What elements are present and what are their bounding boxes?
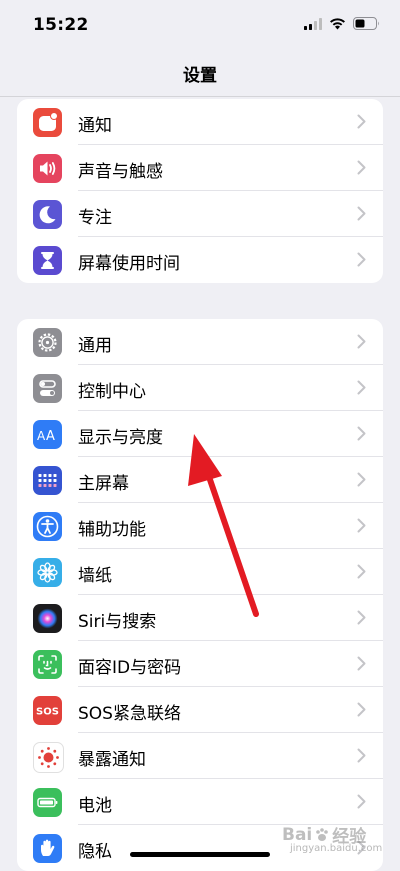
siri-icon [33, 604, 62, 633]
settings-row-notifications[interactable]: 通知 [17, 99, 383, 145]
chevron-right-icon [357, 518, 366, 533]
chevron-right-icon [357, 426, 366, 441]
settings-row-sounds[interactable]: 声音与触感 [17, 145, 383, 191]
settings-row-face-id[interactable]: 面容ID与密码 [17, 641, 383, 687]
grid-icon [33, 466, 62, 495]
status-time: 15:22 [33, 15, 89, 35]
svg-text:A: A [46, 429, 55, 444]
chevron-right-icon [357, 334, 366, 349]
settings-row-screen-time[interactable]: 屏幕使用时间 [17, 237, 383, 283]
row-label: 辅助功能 [78, 520, 146, 540]
cellular-signal-icon [304, 17, 322, 30]
chevron-right-icon [357, 794, 366, 809]
settings-row-emergency-sos[interactable]: SOS SOS紧急联络 [17, 687, 383, 733]
row-label: 墙纸 [78, 566, 112, 586]
hourglass-icon [33, 246, 62, 275]
chevron-right-icon [357, 380, 366, 395]
accessibility-icon [33, 512, 62, 541]
settings-row-home-screen[interactable]: 主屏幕 [17, 457, 383, 503]
watermark-text: Bai [282, 824, 313, 845]
battery-icon [33, 788, 62, 817]
speaker-icon [33, 154, 62, 183]
wifi-icon [330, 17, 345, 29]
row-label: SOS紧急联络 [78, 704, 181, 724]
row-label: 控制中心 [78, 382, 146, 402]
paw-logo-icon [316, 827, 329, 841]
exposure-icon [33, 742, 64, 773]
home-indicator[interactable] [130, 852, 270, 857]
chevron-right-icon [357, 610, 366, 625]
gear-icon [33, 328, 62, 357]
svg-text:SOS: SOS [36, 707, 59, 718]
chevron-right-icon [357, 114, 366, 129]
bell-badge-icon [33, 108, 62, 137]
watermark-url: jingyan.baidu.com [290, 843, 383, 854]
settings-row-wallpaper[interactable]: 墙纸 [17, 549, 383, 595]
row-label: Siri与搜索 [78, 612, 157, 632]
chevron-right-icon [357, 702, 366, 717]
settings-row-siri-search[interactable]: Siri与搜索 [17, 595, 383, 641]
text-size-icon: A A [33, 420, 62, 449]
sos-icon: SOS [33, 696, 62, 725]
toggles-icon [33, 374, 62, 403]
nav-bar: 设置 [0, 50, 400, 96]
row-label: 通知 [78, 116, 112, 136]
settings-row-battery[interactable]: 电池 [17, 779, 383, 825]
chevron-right-icon [357, 252, 366, 267]
row-label: 通用 [78, 336, 112, 356]
settings-row-general[interactable]: 通用 [17, 319, 383, 365]
chevron-right-icon [357, 656, 366, 671]
row-label: 主屏幕 [78, 474, 129, 494]
svg-text:A: A [37, 429, 46, 443]
status-bar: 15:22 [0, 0, 400, 50]
nav-divider [0, 96, 400, 97]
settings-group-1: 通知 声音与触感 专注 屏幕使用时间 [17, 99, 383, 283]
hand-icon [33, 834, 62, 863]
flower-icon [33, 558, 62, 587]
chevron-right-icon [357, 564, 366, 579]
chevron-right-icon [357, 206, 366, 221]
row-label: 专注 [78, 208, 112, 228]
settings-group-2: 通用 控制中心 A A 显示与亮度 主屏幕 辅助功能 墙纸 Siri与搜索 面容… [17, 319, 383, 871]
settings-row-display-brightness[interactable]: A A 显示与亮度 [17, 411, 383, 457]
status-icons [304, 17, 380, 30]
row-label: 声音与触感 [78, 162, 163, 182]
row-label: 隐私 [78, 842, 112, 862]
battery-status-icon [353, 17, 379, 30]
chevron-right-icon [357, 160, 366, 175]
row-label: 面容ID与密码 [78, 658, 182, 678]
moon-icon [33, 200, 62, 229]
page-title: 设置 [183, 66, 217, 86]
settings-row-focus[interactable]: 专注 [17, 191, 383, 237]
chevron-right-icon [357, 472, 366, 487]
row-label: 屏幕使用时间 [78, 254, 180, 274]
row-label: 显示与亮度 [78, 428, 163, 448]
face-id-icon [33, 650, 62, 679]
settings-row-exposure-notifications[interactable]: 暴露通知 [17, 733, 383, 779]
settings-row-control-center[interactable]: 控制中心 [17, 365, 383, 411]
row-label: 电池 [78, 796, 112, 816]
row-label: 暴露通知 [78, 750, 146, 770]
settings-row-accessibility[interactable]: 辅助功能 [17, 503, 383, 549]
chevron-right-icon [357, 748, 366, 763]
